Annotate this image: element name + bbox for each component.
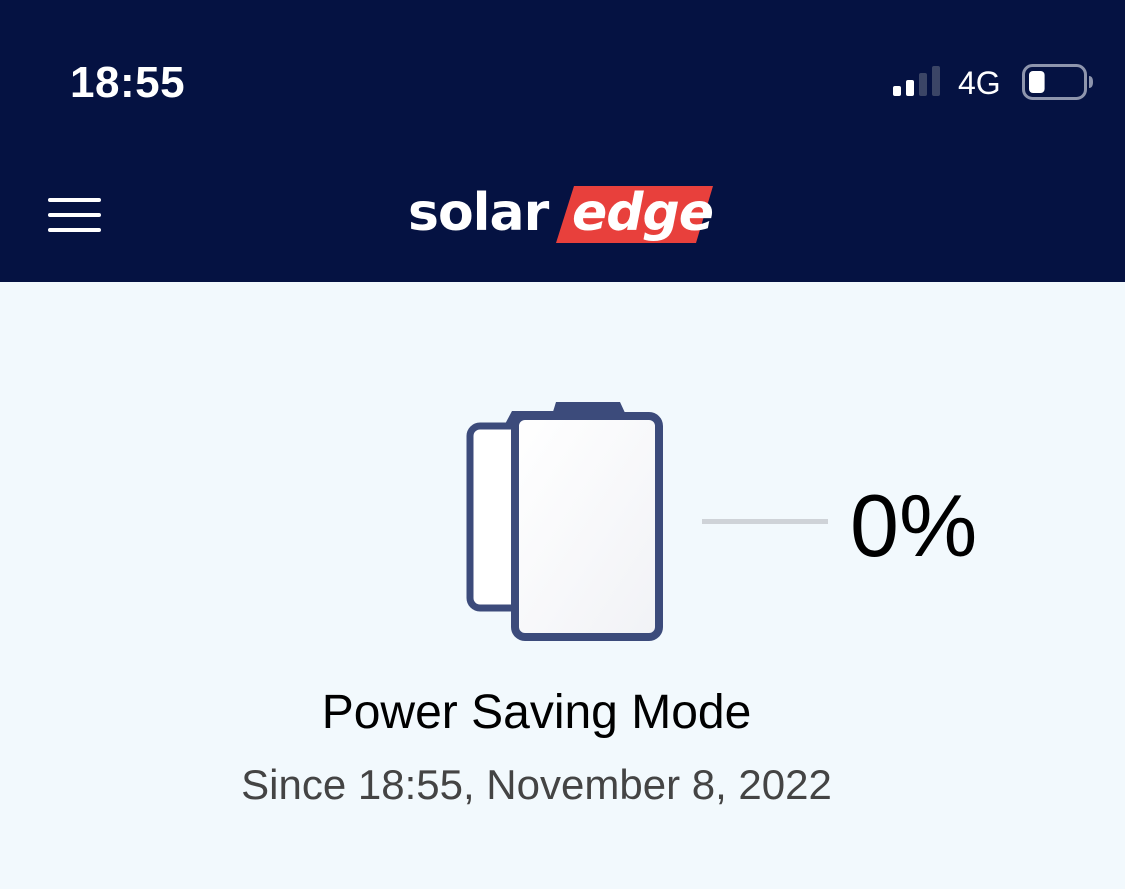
mode-since-timestamp: Since 18:55, November 8, 2022: [241, 761, 832, 808]
battery-storage-icon: [466, 402, 663, 641]
battery-status-icon: [1022, 64, 1093, 100]
logo-text-edge: edge: [572, 183, 714, 243]
status-time: 18:55: [70, 58, 186, 107]
mode-title: Power Saving Mode: [321, 686, 752, 739]
cellular-signal-icon: [893, 66, 940, 96]
logo-text-solar: solar: [408, 183, 549, 243]
battery-percent: 0%: [850, 476, 978, 575]
hamburger-menu-icon[interactable]: [40, 184, 110, 244]
network-type-label: 4G: [958, 65, 1001, 101]
top-bar: 18:55 4G solar edge: [0, 0, 1125, 282]
battery-connector-line: [702, 519, 828, 524]
